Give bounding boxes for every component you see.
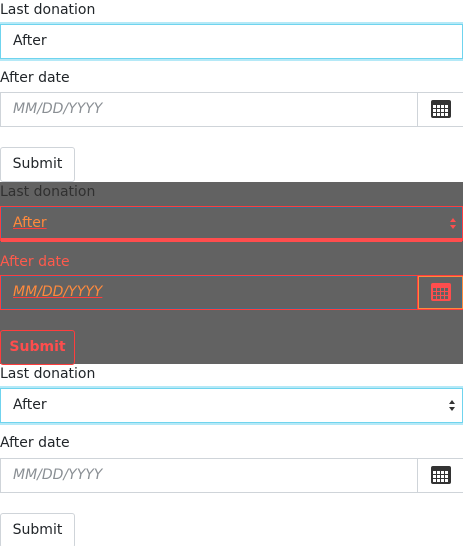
last-donation-select[interactable]: After (0, 388, 463, 423)
after-date-placeholder: MM/DD/YYYY (13, 101, 103, 117)
last-donation-select-value: After (13, 215, 47, 231)
after-date-placeholder: MM/DD/YYYY (13, 467, 103, 483)
calendar-icon (431, 283, 451, 301)
last-donation-select[interactable]: After (0, 24, 463, 59)
after-date-label: After date (0, 435, 70, 451)
chevron-updown-icon (450, 218, 458, 230)
calendar-button[interactable] (417, 459, 463, 492)
submit-button[interactable]: Submit (0, 147, 75, 182)
calendar-button[interactable] (417, 93, 463, 126)
submit-button[interactable]: Submit (0, 330, 75, 365)
last-donation-label: Last donation (0, 366, 96, 382)
last-donation-select-value: After (13, 33, 47, 49)
after-date-field[interactable]: MM/DD/YYYY (0, 92, 463, 127)
donation-filter-form-3: Last donation After After date MM/DD/YYY… (0, 364, 463, 546)
after-date-label: After date (0, 70, 70, 86)
after-date-field[interactable]: MM/DD/YYYY (0, 275, 463, 310)
calendar-icon (431, 466, 451, 484)
chevron-updown-icon (449, 398, 457, 414)
last-donation-label: Last donation (0, 2, 96, 18)
last-donation-select[interactable]: After (0, 206, 463, 242)
after-date-placeholder: MM/DD/YYYY (13, 284, 103, 300)
calendar-button[interactable] (417, 276, 463, 309)
submit-button[interactable]: Submit (0, 513, 75, 546)
donation-filter-form-overlay: Last donation After After date MM/DD/YYY… (0, 182, 463, 365)
calendar-icon (431, 100, 451, 118)
after-date-field[interactable]: MM/DD/YYYY (0, 458, 463, 493)
last-donation-select-value: After (13, 397, 47, 413)
last-donation-label: Last donation (0, 184, 96, 200)
after-date-label: After date (0, 254, 70, 270)
donation-filter-form-1: Last donation After After date MM/DD/YYY… (0, 0, 463, 182)
